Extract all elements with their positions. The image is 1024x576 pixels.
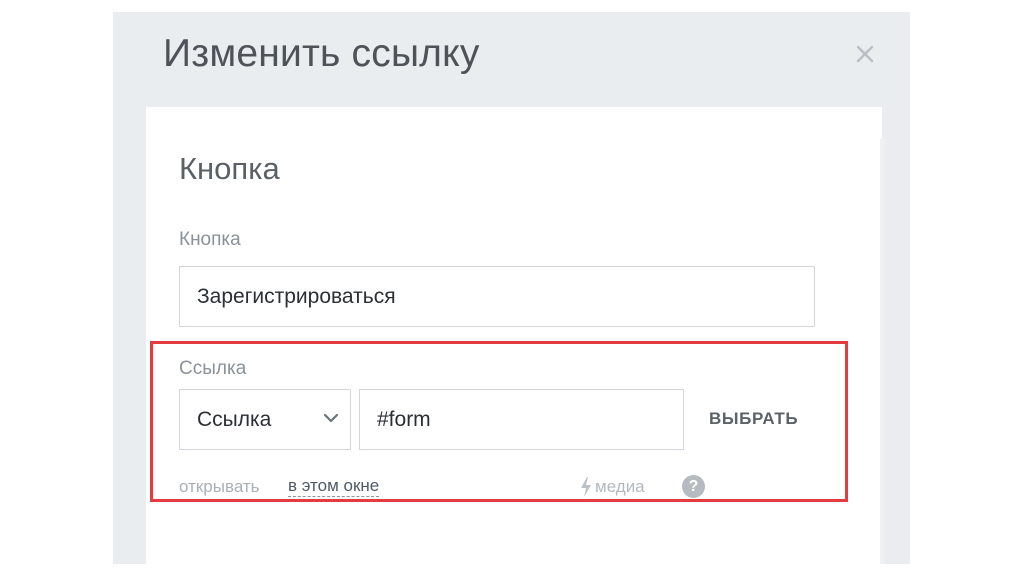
close-icon[interactable]: [854, 43, 876, 65]
open-mode-link[interactable]: в этом окне: [288, 475, 380, 497]
scrollbar[interactable]: [880, 139, 885, 564]
link-url-input[interactable]: #form: [359, 389, 684, 450]
open-prefix-text: открывать: [179, 477, 260, 496]
button-text-input[interactable]: Зарегистрироваться: [179, 266, 815, 327]
media-label: медиа: [595, 477, 645, 496]
link-url-value: #form: [377, 407, 431, 431]
lightning-icon: [581, 477, 591, 497]
dialog-content-panel: Кнопка Кнопка Зарегистрироваться Ссылка …: [146, 107, 885, 564]
chevron-down-icon: [323, 413, 339, 423]
link-type-value: Ссылка: [197, 407, 272, 431]
button-text-label: Кнопка: [179, 229, 241, 250]
help-icon[interactable]: ?: [682, 475, 705, 498]
edit-link-dialog: Изменить ссылку Кнопка Кнопка Зарегистри…: [113, 12, 910, 564]
choose-button[interactable]: ВЫБРАТЬ: [709, 409, 798, 429]
section-title: Кнопка: [179, 151, 280, 186]
media-link[interactable]: медиа: [580, 477, 645, 497]
button-text-value: Зарегистрироваться: [197, 284, 396, 308]
dialog-title: Изменить ссылку: [163, 32, 480, 75]
link-label: Ссылка: [179, 358, 247, 379]
link-type-select[interactable]: Ссылка: [179, 389, 351, 450]
